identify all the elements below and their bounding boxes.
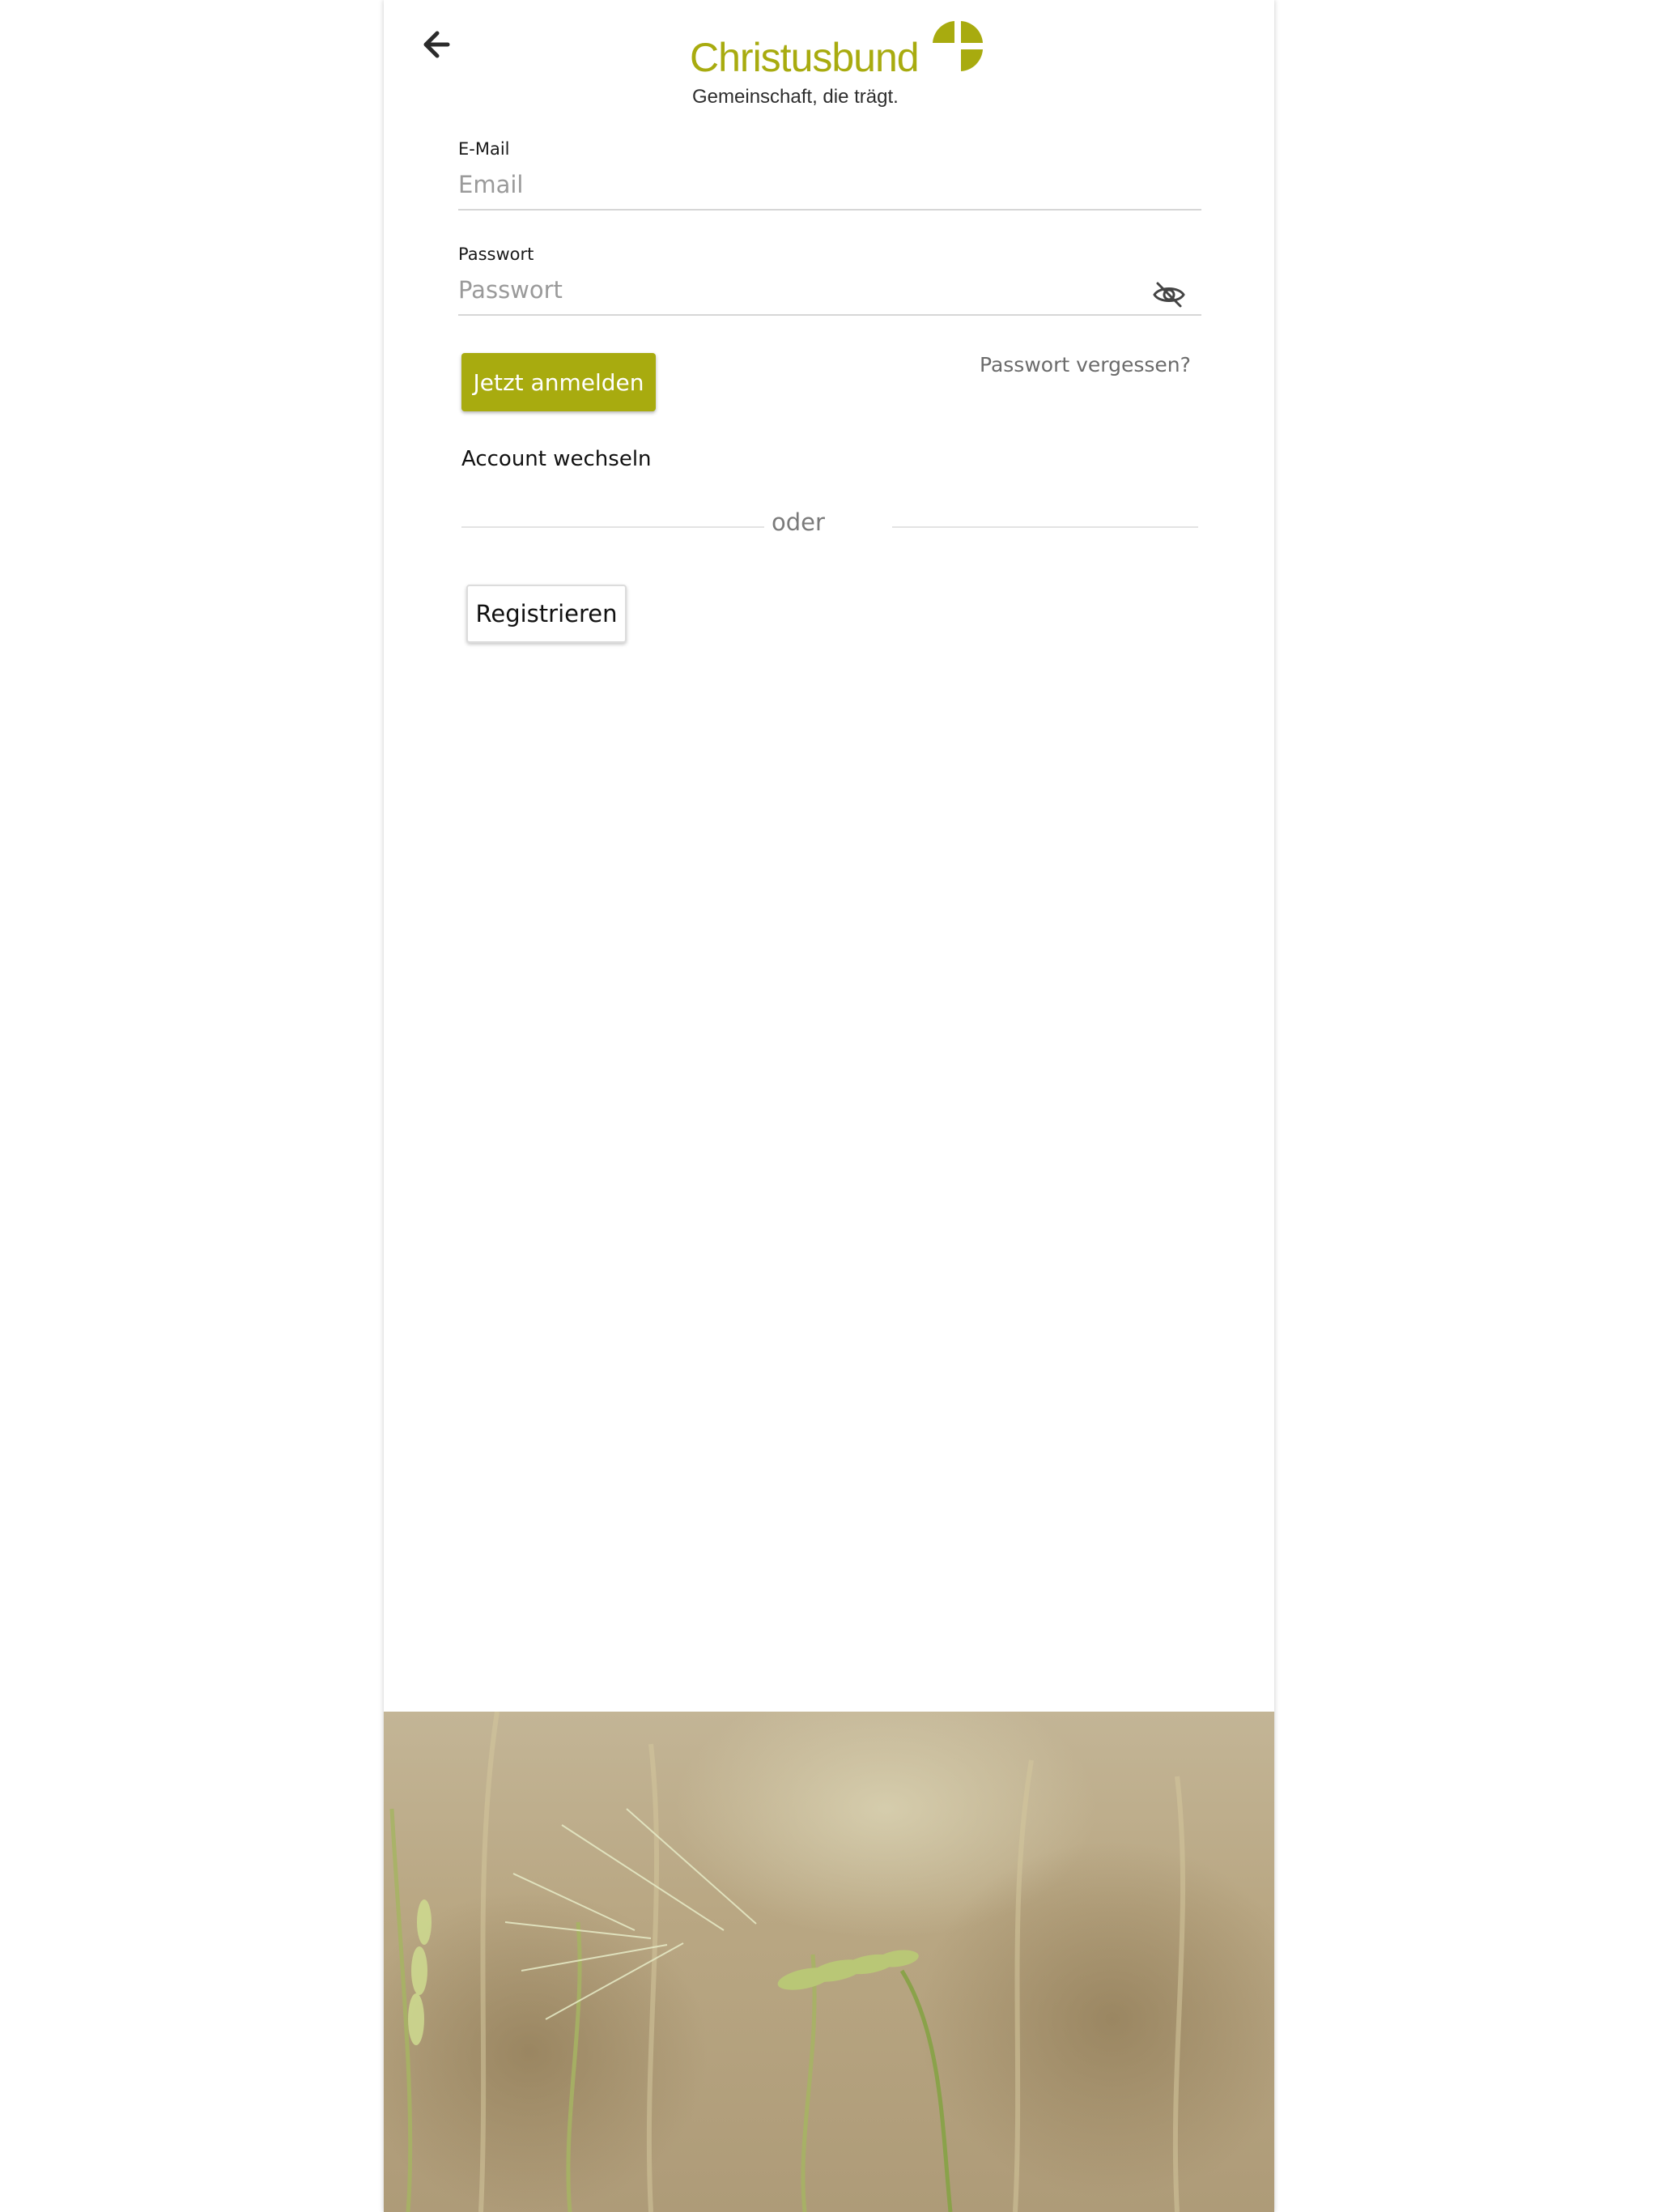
register-button[interactable]: Registrieren [466,585,627,643]
arrow-left-icon [423,31,450,58]
email-field-group: E-Mail [458,138,1201,211]
password-field-group: Passwort [458,243,1201,316]
password-label: Passwort [458,245,534,264]
brand-name: Christusbund [690,35,920,80]
eye-off-icon [1153,282,1185,308]
password-input[interactable] [458,266,1201,316]
login-button[interactable]: Jetzt anmelden [461,353,656,411]
cross-logo-mark-icon [933,21,983,71]
divider-line-left [461,526,764,528]
login-page: Christusbund Gemeinschaft, die trägt. E-… [0,0,1658,2212]
login-panel: Christusbund Gemeinschaft, die trägt. E-… [384,0,1274,2212]
switch-account-link[interactable]: Account wechseln [461,447,652,471]
brand-tagline: Gemeinschaft, die trägt. [692,86,899,108]
divider-label: oder [772,508,825,536]
password-visibility-toggle[interactable] [1151,279,1187,311]
email-label: E-Mail [458,139,510,159]
brand-logo: Christusbund Gemeinschaft, die trägt. [690,18,983,115]
wheat-field-photo [384,1679,1274,2212]
back-button[interactable] [416,24,457,65]
wheat-illustration [384,1679,1274,2212]
forgot-password-link[interactable]: Passwort vergessen? [980,353,1191,376]
email-input[interactable] [458,160,1201,211]
divider-line-right [892,526,1198,528]
